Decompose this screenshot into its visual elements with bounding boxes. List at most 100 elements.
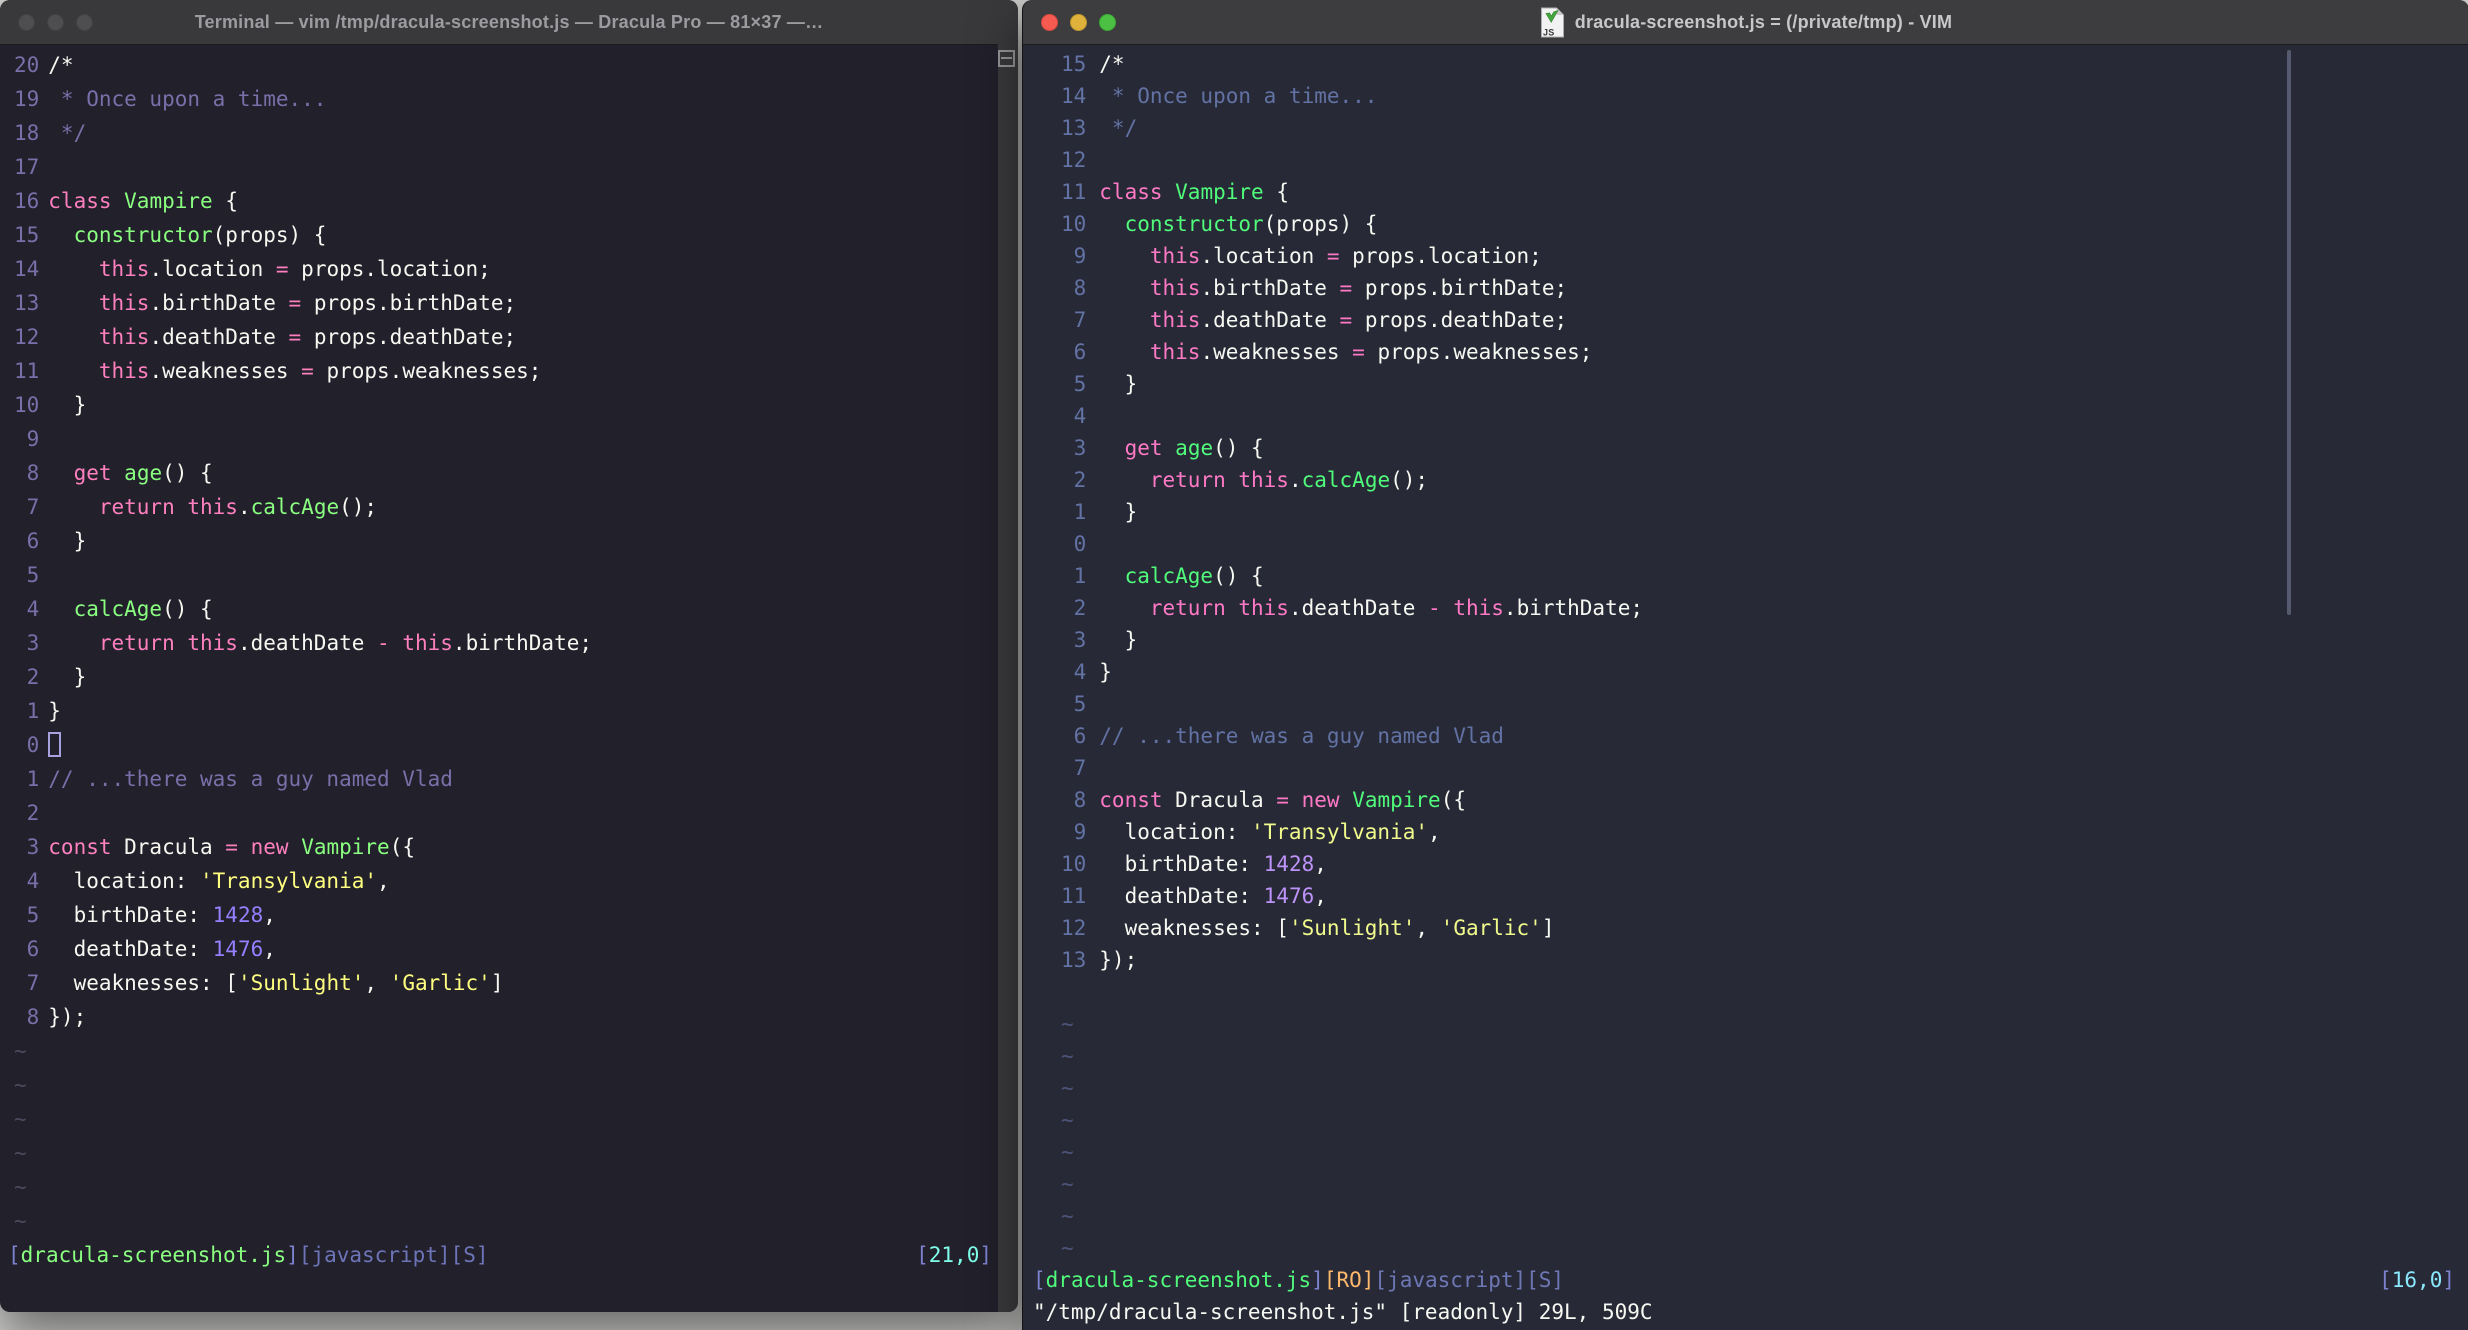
line-number: 12 [14, 325, 40, 349]
empty-buffer-line: ~ [14, 1034, 998, 1068]
code-line: 8 get age() { [14, 456, 998, 490]
empty-buffer-line: ~ [14, 1136, 998, 1170]
line-number: 7 [26, 971, 40, 995]
line-number: 13 [1061, 948, 1087, 972]
code-line: 6// ...there was a guy named Vlad [1061, 720, 2468, 752]
code-line: 6 deathDate: 1476, [14, 932, 998, 966]
line-number: 4 [26, 597, 40, 621]
vim-statusline: [dracula-screenshot.js][RO][javascript][… [1033, 1264, 2468, 1296]
line-number: 9 [26, 427, 40, 451]
code-line: 2 return this.calcAge(); [1061, 464, 2468, 496]
code-line: 10 } [14, 388, 998, 422]
code-line: 4 [1061, 400, 2468, 432]
vim-scrollbar-thumb[interactable] [2287, 50, 2291, 615]
tilde-marker: ~ [1061, 1108, 1074, 1132]
code-line: 9 this.location = props.location; [1061, 240, 2468, 272]
code-line: 18 */ [14, 116, 998, 150]
empty-buffer-line: ~ [1061, 1136, 2468, 1168]
code-line: 19 * Once upon a time... [14, 82, 998, 116]
split-pane-button[interactable] [998, 50, 1015, 67]
line-number: 11 [1061, 180, 1087, 204]
code-line: 8 this.birthDate = props.birthDate; [1061, 272, 2468, 304]
line-number: 0 [1073, 532, 1087, 556]
line-number: 6 [26, 937, 40, 961]
line-number: 14 [14, 257, 40, 281]
code-line: 4 location: 'Transylvania', [14, 864, 998, 898]
code-line: 2 return this.deathDate - this.birthDate… [1061, 592, 2468, 624]
code-line: 5 } [1061, 368, 2468, 400]
code-line: 2 } [14, 660, 998, 694]
code-line: 5 [14, 558, 998, 592]
code-line: 20/* [14, 48, 998, 82]
javascript-document-vim-icon: JS [1540, 7, 1565, 38]
line-number: 0 [26, 733, 40, 757]
line-number: 7 [1073, 308, 1087, 332]
code-line: 1} [14, 694, 998, 728]
code-line: 3 } [1061, 624, 2468, 656]
terminal-window: Terminal — vim /tmp/dracula-screenshot.j… [0, 0, 1018, 1312]
tilde-marker: ~ [1061, 1140, 1074, 1164]
tilde-marker [1061, 980, 1074, 1004]
desktop-background: M [0, 1312, 1022, 1330]
vim-hollow-cursor [48, 731, 62, 757]
line-number: 2 [1073, 468, 1087, 492]
tilde-marker: ~ [14, 1107, 27, 1131]
terminal-titlebar[interactable]: Terminal — vim /tmp/dracula-screenshot.j… [0, 0, 1018, 45]
code-line: 13 this.birthDate = props.birthDate; [14, 286, 998, 320]
vim-buffer-right[interactable]: 15/* 14 * Once upon a time... 13 */12 11 cla… [1023, 44, 2468, 1330]
code-line: 9 [14, 422, 998, 456]
vim-buffer-left[interactable]: 20/* 19 * Once upon a time... 18 */17 16 cla… [0, 44, 998, 1312]
svg-text:JS: JS [1543, 27, 1554, 37]
tilde-marker: ~ [14, 1039, 27, 1063]
tilde-marker: ~ [1061, 1204, 1074, 1228]
statusline-file-info: [dracula-screenshot.js][javascript][S] [8, 1243, 489, 1267]
line-number: 7 [1073, 756, 1087, 780]
code-line: 12 [1061, 144, 2468, 176]
code-line: 5 birthDate: 1428, [14, 898, 998, 932]
tilde-marker: ~ [14, 1209, 27, 1233]
code-line: 16 class Vampire { [14, 184, 998, 218]
line-number: 10 [1061, 212, 1087, 236]
code-line: 1// ...there was a guy named Vlad [14, 762, 998, 796]
statusline-cursor-position: [21,0] [916, 1243, 992, 1267]
macvim-titlebar[interactable]: JS dracula-screenshot.js = (/private/tmp… [1023, 0, 2468, 45]
line-number: 11 [1061, 884, 1087, 908]
empty-buffer-line: ~ [14, 1068, 998, 1102]
line-number: 1 [1073, 564, 1087, 588]
line-number: 4 [1073, 660, 1087, 684]
line-number: 10 [1061, 852, 1087, 876]
code-line: 4} [1061, 656, 2468, 688]
line-number: 5 [26, 563, 40, 587]
line-number: 6 [1073, 340, 1087, 364]
empty-buffer-line: ~ [1061, 1008, 2468, 1040]
line-number: 9 [1073, 820, 1087, 844]
code-line: 6 } [14, 524, 998, 558]
vim-statusline: [dracula-screenshot.js][javascript][S] [2… [8, 1238, 998, 1272]
line-number: 3 [1073, 628, 1087, 652]
line-number: 12 [1061, 148, 1087, 172]
statusline-cursor-position: [16,0] [2379, 1268, 2455, 1292]
code-line: 11 deathDate: 1476, [1061, 880, 2468, 912]
terminal-scrollbar[interactable] [998, 44, 1018, 1312]
tilde-marker: ~ [1061, 1236, 1074, 1260]
empty-buffer-line: ~ [1061, 1072, 2468, 1104]
vim-command-line-message: "/tmp/dracula-screenshot.js" [readonly] … [1033, 1300, 1653, 1324]
code-line: 0 [1061, 528, 2468, 560]
line-number: 15 [14, 223, 40, 247]
code-line: 1 } [1061, 496, 2468, 528]
code-line: 0 [14, 728, 998, 762]
code-line: 7 this.deathDate = props.deathDate; [1061, 304, 2468, 336]
line-number: 17 [14, 155, 40, 179]
code-line: 15/* [1061, 48, 2468, 80]
line-number: 5 [1073, 692, 1087, 716]
macvim-window-title: dracula-screenshot.js = (/private/tmp) -… [1574, 11, 1953, 32]
line-number: 9 [1073, 244, 1087, 268]
line-number: 1 [26, 699, 40, 723]
tilde-marker: ~ [14, 1141, 27, 1165]
line-number: 4 [26, 869, 40, 893]
line-number: 19 [14, 87, 40, 111]
code-line: 11 this.weaknesses = props.weaknesses; [14, 354, 998, 388]
line-number: 8 [26, 1005, 40, 1029]
code-line: 12 this.deathDate = props.deathDate; [14, 320, 998, 354]
empty-buffer-line: ~ [1061, 1104, 2468, 1136]
